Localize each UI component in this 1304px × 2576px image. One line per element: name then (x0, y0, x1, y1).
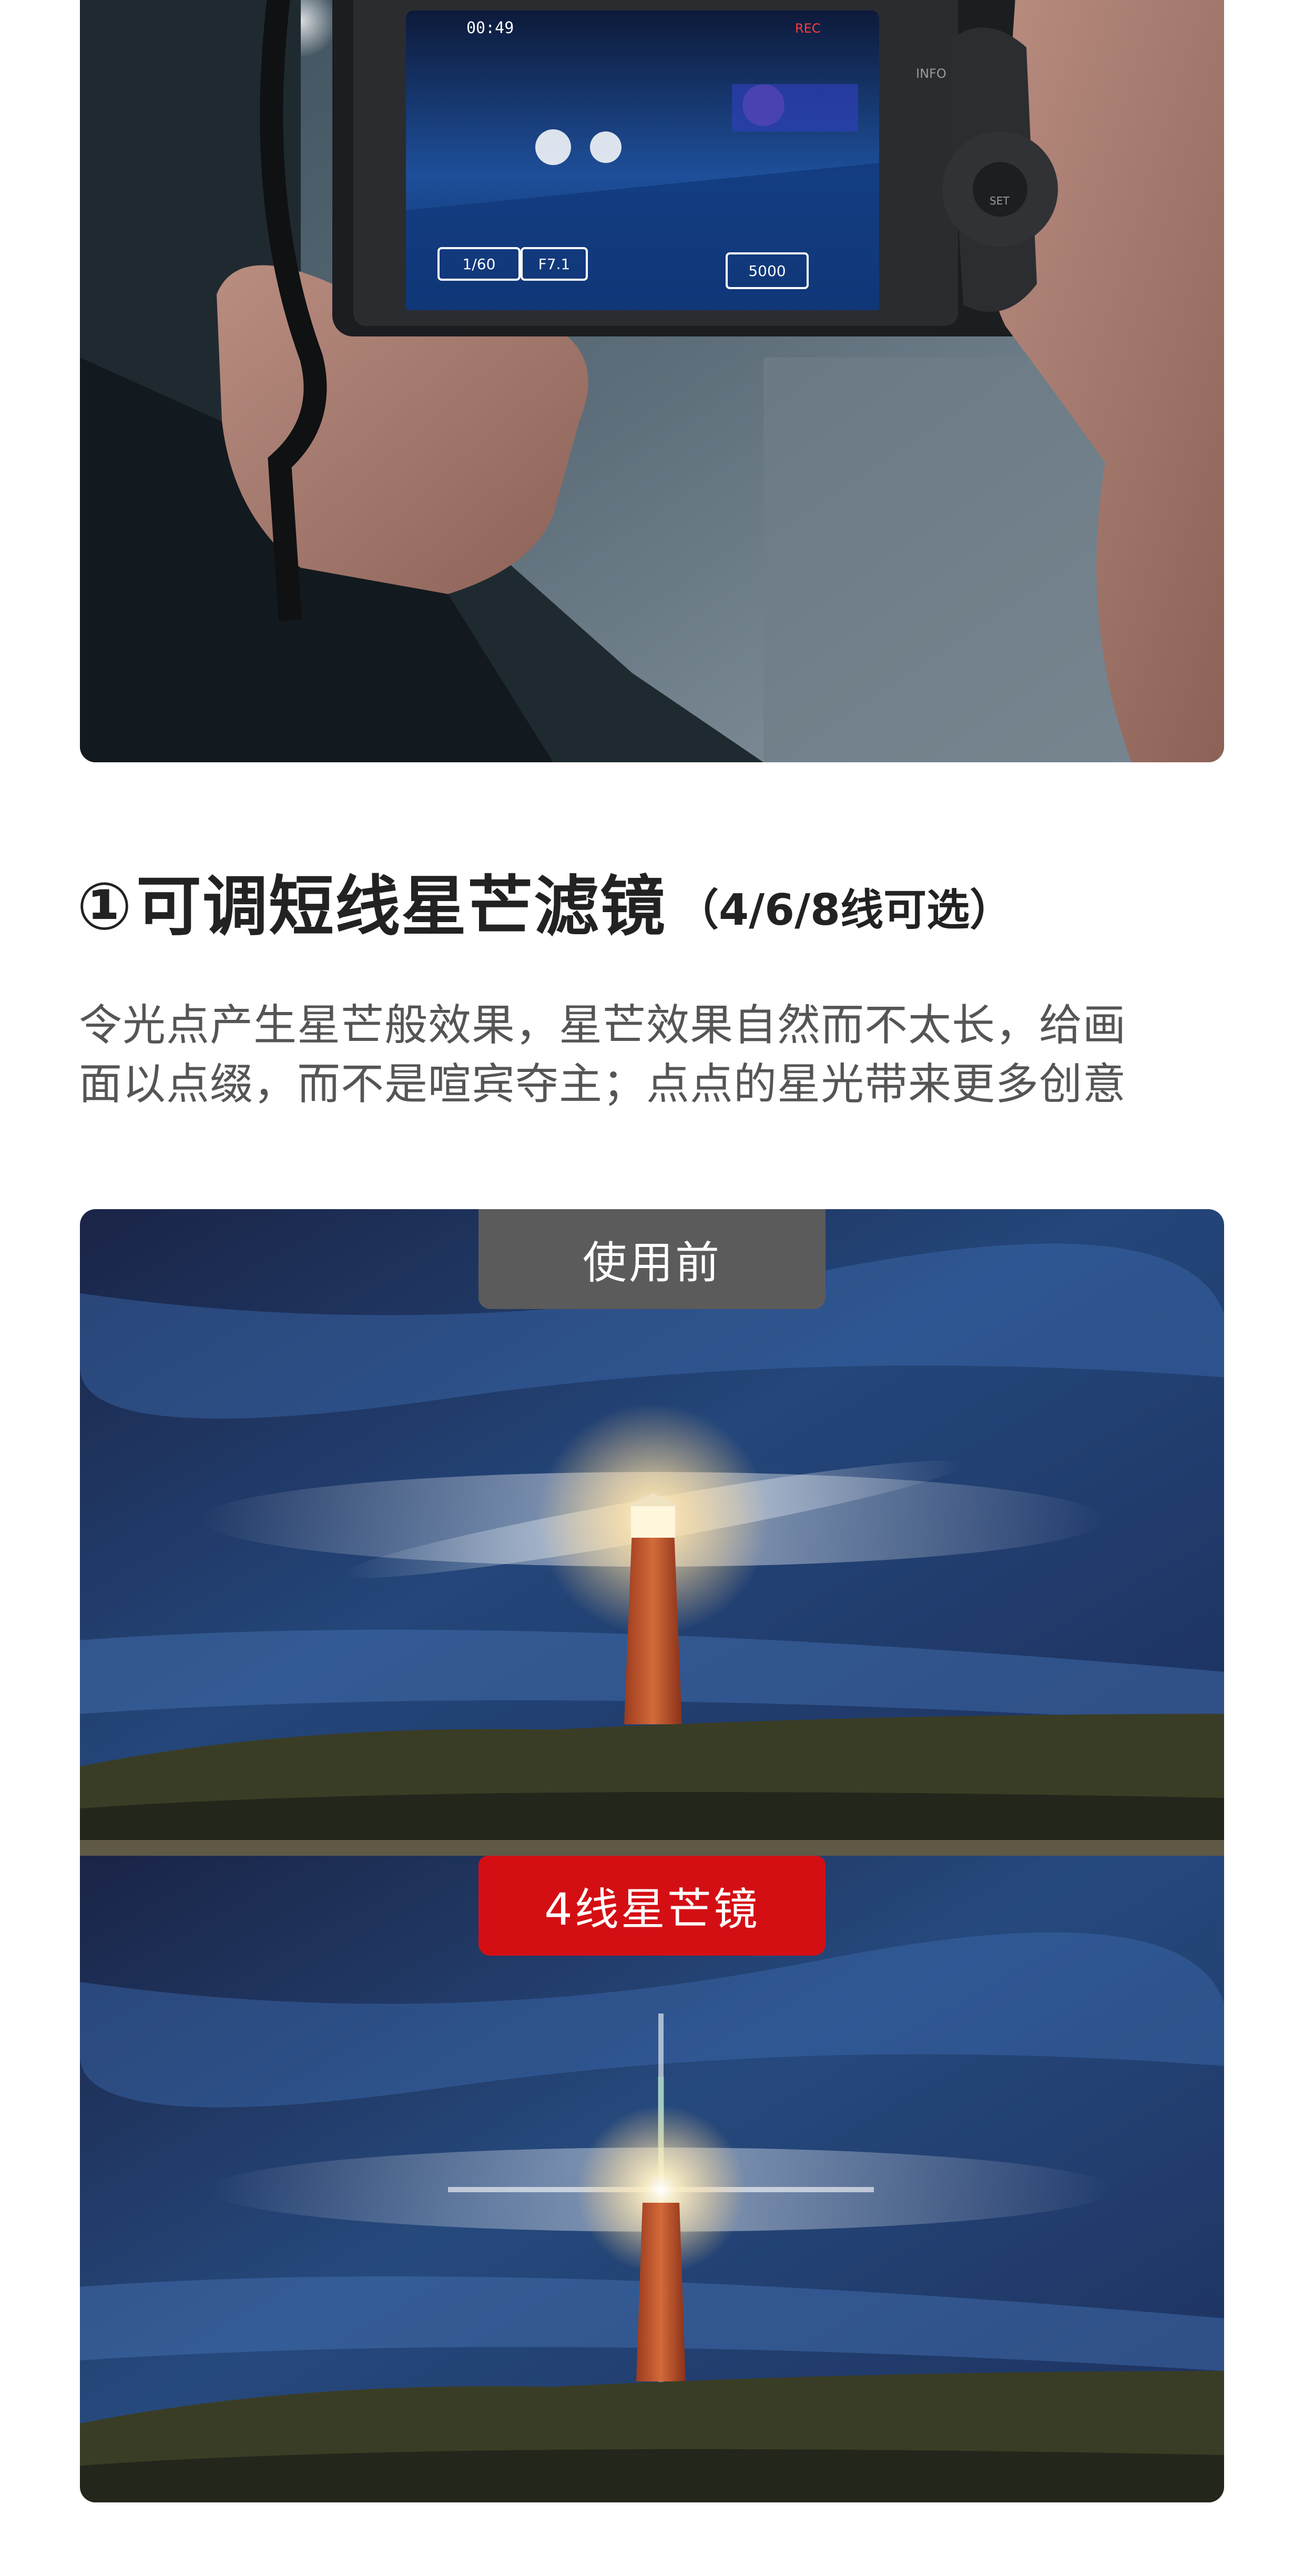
camera-set-button: SET (990, 195, 1010, 207)
section-subtitle: （4/6/8线可选） (676, 885, 1013, 935)
before-after-comparison: 使用前 4线星芒镜 (80, 1209, 1224, 2502)
description-line: 令光点产生星芒般效果，星芒效果自然而不太长，给画 (79, 1000, 1127, 1050)
camera-info-button: INFO (916, 66, 946, 81)
section-heading: ① 可调短线星芒滤镜 （4/6/8线可选） (77, 862, 1234, 952)
section-description: 令光点产生星芒般效果，星芒效果自然而不太长，给画 面以点缀，而不是喧宾夺主；点点… (79, 996, 1225, 1114)
section-number: ① (77, 869, 132, 945)
camera-iso-readout: 5000 (726, 252, 809, 289)
camera-rec-indicator: REC (795, 21, 821, 36)
after-label: 4线星芒镜 (478, 1856, 826, 1956)
camera-shutter-readout: 1/60 (437, 247, 521, 281)
camera-photo: 00:49 REC 1/60 F7.1 5000 INFO SET (80, 0, 1224, 762)
before-label: 使用前 (478, 1209, 826, 1309)
section-title: 可调短线星芒滤镜 (136, 869, 667, 945)
camera-timer-readout: 00:49 (466, 19, 514, 37)
camera-aperture-readout: F7.1 (521, 247, 588, 281)
description-line: 面以点缀，而不是喧宾夺主；点点的星光带来更多创意 (79, 1059, 1127, 1109)
